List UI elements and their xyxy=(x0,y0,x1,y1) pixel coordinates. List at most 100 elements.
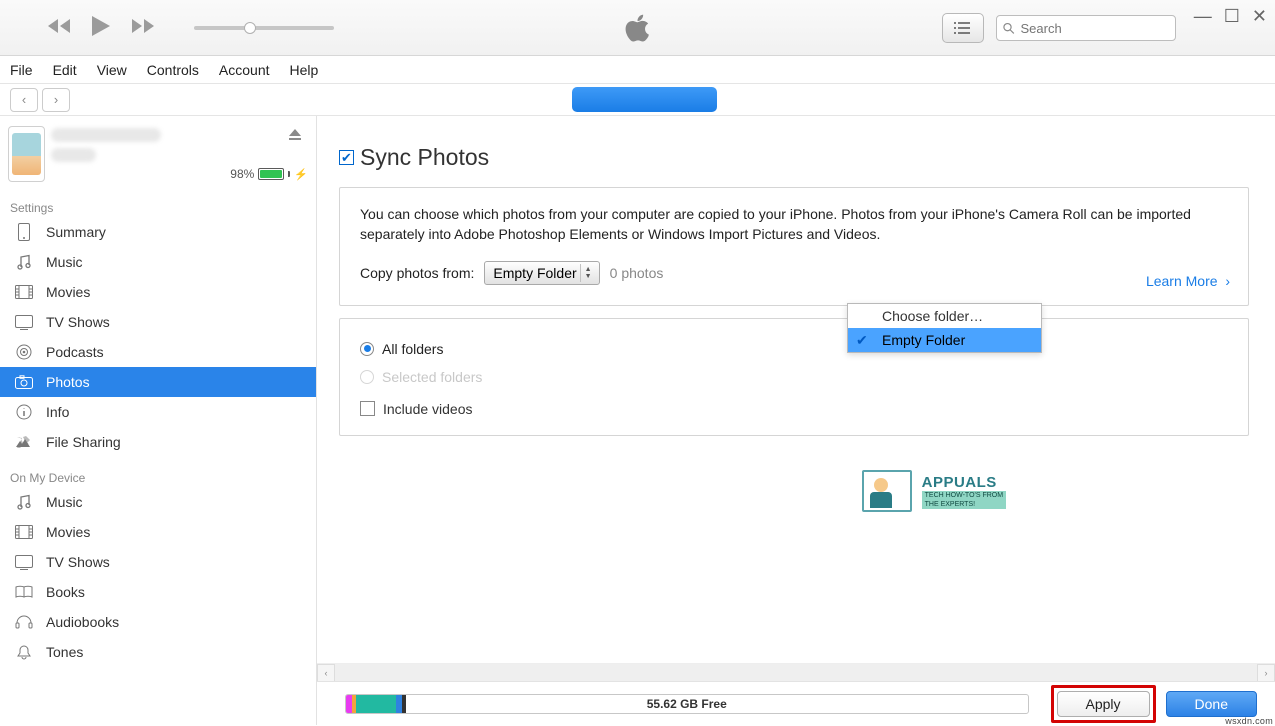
audiobook-icon xyxy=(14,614,34,630)
playback-controls xyxy=(0,14,334,41)
bottom-bar: 55.62 GB Free Apply Done xyxy=(317,681,1275,725)
sidebar-item-podcasts[interactable]: Podcasts xyxy=(0,337,316,367)
podcast-icon xyxy=(14,344,34,360)
battery-icon xyxy=(258,168,284,180)
apply-highlight: Apply xyxy=(1051,685,1156,723)
dropdown-option-empty[interactable]: ✔Empty Folder xyxy=(848,328,1041,352)
device-header[interactable]: 98% ⚡ xyxy=(8,122,308,185)
movie-icon xyxy=(14,285,34,299)
battery-status: 98% ⚡ xyxy=(230,167,308,181)
copy-from-dropdown[interactable]: Empty Folder ▲▼ xyxy=(484,261,599,285)
copy-from-label: Copy photos from: xyxy=(360,265,474,281)
sidebar-heading-settings: Settings xyxy=(0,195,316,217)
close-icon[interactable]: ✕ xyxy=(1252,6,1267,27)
title-bar: — ☐ ✕ xyxy=(0,0,1275,56)
menu-account[interactable]: Account xyxy=(219,62,270,78)
previous-icon[interactable] xyxy=(46,17,72,38)
play-icon[interactable] xyxy=(90,14,112,41)
sidebar-item-summary[interactable]: Summary xyxy=(0,217,316,247)
sidebar-device-audiobooks[interactable]: Audiobooks xyxy=(0,607,316,637)
checkbox-label: Include videos xyxy=(383,401,473,417)
list-view-button[interactable] xyxy=(942,13,984,43)
apply-button[interactable]: Apply xyxy=(1057,691,1150,717)
search-input[interactable] xyxy=(1019,20,1169,37)
menu-help[interactable]: Help xyxy=(290,62,319,78)
include-videos-checkbox[interactable]: Include videos xyxy=(360,401,1228,417)
menu-bar: File Edit View Controls Account Help xyxy=(0,56,1275,84)
sidebar-item-label: Movies xyxy=(46,524,90,540)
scroll-left-icon[interactable]: ‹ xyxy=(317,664,335,682)
sidebar-item-label: Music xyxy=(46,494,83,510)
radio-label: All folders xyxy=(382,341,443,357)
next-icon[interactable] xyxy=(130,17,156,38)
watermark: APPUALS TECH HOW-TO'S FROM THE EXPERTS! xyxy=(862,470,1057,512)
page-title: Sync Photos xyxy=(360,144,489,171)
sidebar-item-label: Books xyxy=(46,584,85,600)
horizontal-scrollbar[interactable]: ‹ › xyxy=(317,663,1275,681)
sub-header: ‹ › xyxy=(0,84,1275,116)
eject-icon[interactable] xyxy=(288,128,302,145)
battery-percent: 98% xyxy=(230,167,254,181)
minimize-icon[interactable]: — xyxy=(1194,6,1212,27)
sidebar-heading-device: On My Device xyxy=(0,465,316,487)
forward-button[interactable]: › xyxy=(42,88,70,112)
sidebar-item-label: TV Shows xyxy=(46,314,110,330)
photo-count: 0 photos xyxy=(610,265,664,281)
sidebar-item-label: TV Shows xyxy=(46,554,110,570)
sync-photos-checkbox[interactable]: ✔ xyxy=(339,150,354,165)
sidebar-item-label: Photos xyxy=(46,374,90,390)
movie-icon xyxy=(14,525,34,539)
sidebar-item-label: Summary xyxy=(46,224,106,240)
chevron-updown-icon: ▲▼ xyxy=(580,264,596,282)
sidebar-device-music[interactable]: Music xyxy=(0,487,316,517)
info-text: You can choose which photos from your co… xyxy=(360,204,1228,245)
tv-icon xyxy=(14,555,34,570)
back-button[interactable]: ‹ xyxy=(10,88,38,112)
sidebar-item-movies[interactable]: Movies xyxy=(0,277,316,307)
sidebar-item-music[interactable]: Music xyxy=(0,247,316,277)
sidebar-item-info[interactable]: Info xyxy=(0,397,316,427)
sidebar-device-tones[interactable]: Tones xyxy=(0,637,316,667)
search-icon xyxy=(1003,22,1015,35)
photo-icon xyxy=(14,375,34,389)
search-field[interactable] xyxy=(996,15,1176,41)
tone-icon xyxy=(14,644,34,660)
menu-file[interactable]: File xyxy=(10,62,33,78)
free-space-label: 55.62 GB Free xyxy=(346,695,1028,713)
menu-controls[interactable]: Controls xyxy=(147,62,199,78)
sidebar-item-photos[interactable]: Photos xyxy=(0,367,316,397)
scroll-right-icon[interactable]: › xyxy=(1257,664,1275,682)
sidebar-item-label: Tones xyxy=(46,644,83,660)
sidebar-item-label: Audiobooks xyxy=(46,614,119,630)
sidebar-device-movies[interactable]: Movies xyxy=(0,517,316,547)
radio-all-folders[interactable]: All folders xyxy=(360,335,1228,363)
learn-more-link[interactable]: Learn More › xyxy=(1146,273,1230,289)
sidebar-item-label: File Sharing xyxy=(46,434,121,450)
capacity-bar: 55.62 GB Free xyxy=(345,694,1029,714)
menu-view[interactable]: View xyxy=(97,62,127,78)
maximize-icon[interactable]: ☐ xyxy=(1224,6,1240,27)
device-tab-pill[interactable] xyxy=(572,87,717,112)
sidebar-item-label: Music xyxy=(46,254,83,270)
menu-edit[interactable]: Edit xyxy=(53,62,77,78)
dropdown-option-choose[interactable]: Choose folder… xyxy=(848,304,1041,328)
device-thumbnail-icon xyxy=(8,126,45,182)
sidebar-device-books[interactable]: Books xyxy=(0,577,316,607)
device-name: 98% ⚡ xyxy=(51,122,308,185)
apple-logo-icon xyxy=(623,11,653,45)
folder-options-box: All folders Selected folders Include vid… xyxy=(339,318,1249,436)
sidebar-device-tvshows[interactable]: TV Shows xyxy=(0,547,316,577)
info-icon xyxy=(14,404,34,420)
window-controls: — ☐ ✕ xyxy=(1194,6,1267,27)
music-icon xyxy=(14,254,34,270)
music-icon xyxy=(14,494,34,510)
charging-icon: ⚡ xyxy=(294,168,308,181)
volume-slider[interactable] xyxy=(194,26,334,30)
sidebar-item-filesharing[interactable]: File Sharing xyxy=(0,427,316,457)
sidebar-item-tvshows[interactable]: TV Shows xyxy=(0,307,316,337)
done-button[interactable]: Done xyxy=(1166,691,1257,717)
tv-icon xyxy=(14,315,34,330)
checkmark-icon: ✔ xyxy=(856,332,868,349)
device-icon xyxy=(14,223,34,241)
sidebar: 98% ⚡ Settings Summary Music Movies TV S… xyxy=(0,116,317,725)
